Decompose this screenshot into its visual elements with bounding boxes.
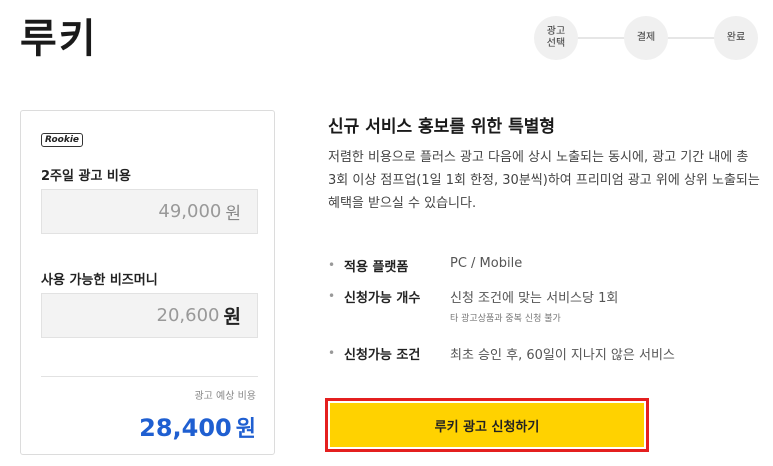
ad-cost-unit: 원 bbox=[225, 204, 241, 224]
ad-cost-value: 49,000 bbox=[158, 201, 222, 222]
page-title: 루키 bbox=[20, 16, 98, 62]
product-title: 신규 서비스 홍보를 위한 특별형 bbox=[328, 117, 555, 137]
estimate-total: 28,400 원 bbox=[139, 411, 256, 443]
rookie-badge: Rookie bbox=[41, 133, 84, 147]
bullet-icon: • bbox=[328, 346, 336, 360]
info-key: 신청가능 개수 bbox=[344, 291, 421, 306]
bizmoney-label: 사용 가능한 비즈머니 bbox=[41, 273, 158, 288]
info-value: PC / Mobile bbox=[450, 256, 523, 271]
bizmoney-unit: 원 bbox=[223, 306, 241, 328]
estimate-value: 28,400 bbox=[139, 414, 232, 442]
estimate-unit: 원 bbox=[235, 417, 256, 442]
estimate-label: 광고 예상 비용 bbox=[194, 391, 256, 402]
step-select-ad: 광고 선택 bbox=[534, 16, 578, 60]
bizmoney-value: 20,600 bbox=[156, 305, 220, 326]
info-subnote: 타 광고상품과 중복 신청 불가 bbox=[450, 314, 561, 324]
product-description: 저렴한 비용으로 플러스 광고 다음에 상시 노출되는 동시에, 광고 기간 내… bbox=[328, 150, 760, 211]
info-key: 적용 플랫폼 bbox=[344, 260, 409, 275]
cost-summary-card: Rookie 2주일 광고 비용 49,000 원 사용 가능한 비즈머니 20… bbox=[20, 110, 275, 455]
apply-button-highlight: 루키 광고 신청하기 bbox=[325, 398, 649, 452]
progress-steps: 광고 선택 결제 완료 bbox=[534, 16, 758, 60]
summary-divider bbox=[41, 376, 258, 377]
ad-cost-label: 2주일 광고 비용 bbox=[41, 169, 131, 184]
bullet-icon: • bbox=[328, 289, 336, 303]
info-key: 신청가능 조건 bbox=[344, 348, 421, 363]
info-value: 최초 승인 후, 60일이 지나지 않은 서비스 bbox=[450, 348, 675, 363]
info-value: 신청 조건에 맞는 서비스당 1회 bbox=[450, 291, 619, 306]
step-complete: 완료 bbox=[714, 16, 758, 60]
step-payment: 결제 bbox=[624, 16, 668, 60]
bullet-icon: • bbox=[328, 258, 336, 272]
bizmoney-field: 20,600 원 bbox=[41, 293, 258, 338]
ad-cost-field: 49,000 원 bbox=[41, 189, 258, 234]
apply-rookie-ad-button[interactable]: 루키 광고 신청하기 bbox=[330, 403, 644, 447]
